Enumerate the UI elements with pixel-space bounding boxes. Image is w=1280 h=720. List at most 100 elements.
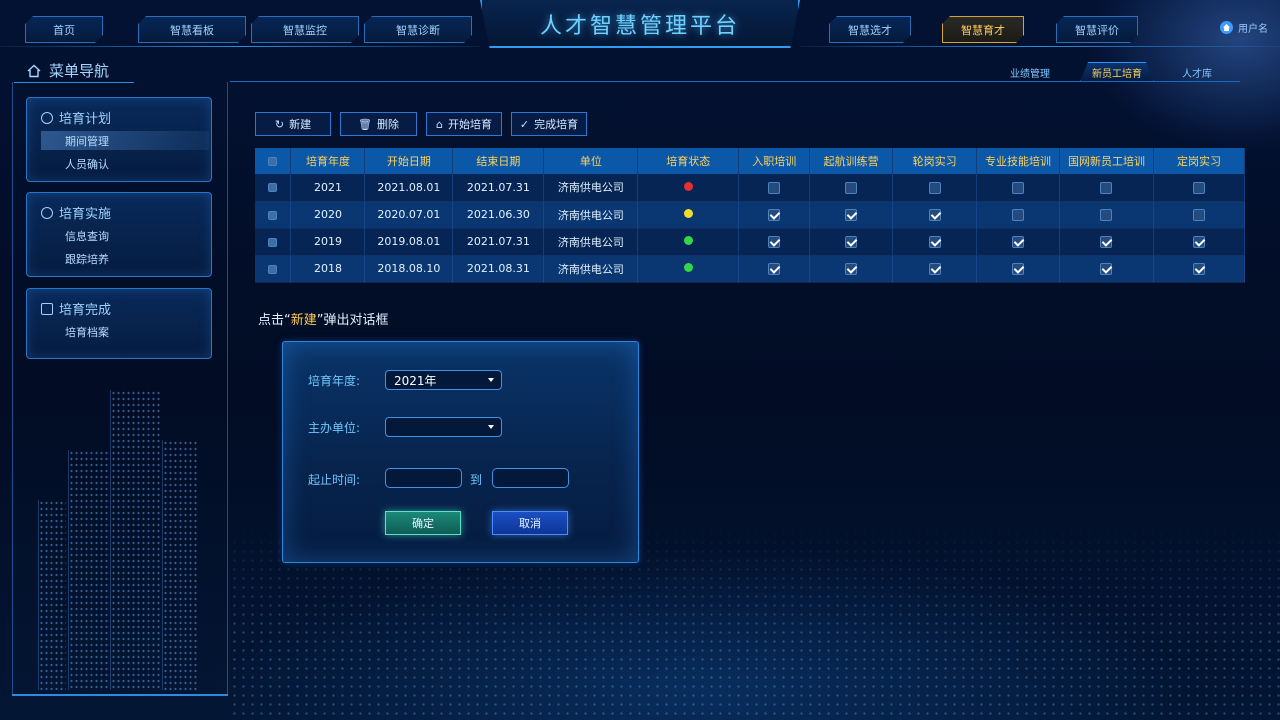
stage-checkbox[interactable] [928, 236, 941, 248]
period-label: 起止时间: [308, 473, 361, 487]
stage-checkbox[interactable] [1012, 181, 1025, 194]
delete-button-label: 删除 [376, 118, 399, 131]
stage-checkbox[interactable] [1100, 263, 1113, 275]
hint-text: 点击“新建”弹出对话框 [258, 309, 389, 328]
status-dot [683, 181, 693, 191]
stage-checkbox[interactable] [768, 209, 781, 221]
cell-year: 2020 [290, 201, 366, 229]
col-start[interactable]: 开始日期 [364, 148, 454, 174]
row-select-cell [255, 201, 292, 229]
stage-checkbox[interactable] [1192, 263, 1205, 275]
nav-evaluation[interactable]: 智慧评价 [1056, 16, 1138, 43]
cell-stage [1153, 228, 1246, 256]
menu-group-implement: 培育实施 信息查询 跟踪培养 [26, 192, 212, 277]
menu-group-plan-label: 培育计划 [59, 112, 112, 127]
cell-stage [1059, 255, 1154, 283]
nav-home[interactable]: 首页 [25, 16, 103, 43]
stage-checkbox[interactable] [845, 209, 858, 221]
row-select-cell [255, 228, 292, 256]
sidebar-title: 菜单导航 [27, 60, 109, 81]
menu-group-plan-header[interactable]: 培育计划 [27, 98, 211, 127]
hint-suffix: ”弹出对话框 [316, 313, 389, 328]
select-all-checkbox[interactable] [268, 157, 278, 166]
nav-dashboard[interactable]: 智慧看板 [138, 16, 246, 43]
tab-talent-pool[interactable]: 人才库 [1168, 62, 1226, 82]
menu-group-implement-header[interactable]: 培育实施 [27, 193, 211, 222]
col-rotation[interactable]: 轮岗实习 [892, 148, 978, 174]
confirm-button[interactable]: 确定 [385, 511, 461, 535]
start-training-button[interactable]: ⌂ 开始培育 [426, 112, 502, 136]
nav-talent-select[interactable]: 智慧选才 [829, 16, 911, 43]
col-camp[interactable]: 起航训练营 [809, 148, 894, 174]
user-menu[interactable]: 用户名 [1220, 20, 1268, 35]
table-row[interactable]: 2018 2018.08.10 2021.08.31 济南供电公司 [255, 255, 1246, 283]
stage-checkbox[interactable] [768, 236, 781, 248]
col-end[interactable]: 结束日期 [452, 148, 545, 174]
menu-group-complete-header[interactable]: 培育完成 [27, 289, 211, 318]
stage-checkbox[interactable] [1192, 181, 1205, 194]
col-year[interactable]: 培育年度 [290, 148, 366, 174]
row-checkbox[interactable] [268, 237, 278, 247]
unit-select[interactable] [385, 417, 502, 437]
stage-checkbox[interactable] [1192, 236, 1205, 248]
stage-checkbox[interactable] [1100, 236, 1113, 248]
row-checkbox[interactable] [268, 183, 278, 193]
col-skill[interactable]: 专业技能培训 [976, 148, 1061, 174]
clock-icon [41, 111, 53, 124]
row-checkbox[interactable] [268, 210, 278, 220]
table-row[interactable]: 2019 2019.08.01 2021.07.31 济南供电公司 [255, 228, 1246, 256]
stage-checkbox[interactable] [1012, 263, 1025, 275]
stage-checkbox[interactable] [768, 181, 781, 194]
year-select[interactable]: 2021年 [385, 370, 502, 390]
col-unit[interactable]: 单位 [543, 148, 639, 174]
col-sgcc[interactable]: 国网新员工培训 [1059, 148, 1154, 174]
menu-item-archive[interactable]: 培育档案 [41, 322, 209, 341]
new-button[interactable]: ↻ 新建 [255, 112, 331, 136]
new-period-dialog: 培育年度: 2021年 主办单位: 起止时间: 到 确定 取消 [282, 341, 639, 563]
table-header-row: 培育年度 开始日期 结束日期 单位 培育状态 入职培训 起航训练营 轮岗实习 专… [255, 148, 1246, 174]
table-row[interactable]: 2021 2021.08.01 2021.07.31 济南供电公司 [255, 174, 1246, 202]
cancel-button[interactable]: 取消 [492, 511, 568, 535]
new-button-label: 新建 [289, 118, 312, 131]
stage-checkbox[interactable] [768, 263, 781, 275]
cell-year: 2018 [290, 255, 366, 283]
cell-year: 2021 [290, 174, 366, 202]
tab-performance[interactable]: 业绩管理 [998, 62, 1062, 82]
menu-item-period[interactable]: 期间管理 [41, 131, 209, 150]
stage-checkbox[interactable] [1100, 209, 1113, 221]
cell-stage [738, 201, 811, 229]
menu-item-track[interactable]: 跟踪培养 [41, 249, 209, 268]
stage-checkbox[interactable] [845, 181, 858, 194]
stage-checkbox[interactable] [1012, 236, 1025, 248]
cell-stage [892, 174, 978, 202]
col-status[interactable]: 培育状态 [637, 148, 740, 174]
stage-checkbox[interactable] [928, 263, 941, 275]
stage-checkbox[interactable] [1012, 209, 1025, 221]
cell-unit: 济南供电公司 [543, 201, 639, 229]
stage-checkbox[interactable] [845, 263, 858, 275]
cell-stage [1153, 174, 1246, 202]
stage-checkbox[interactable] [928, 209, 941, 221]
complete-training-button[interactable]: ✓ 完成培育 [511, 112, 587, 136]
sidebar-title-text: 菜单导航 [49, 62, 110, 80]
start-date-input[interactable] [385, 468, 462, 488]
stage-checkbox[interactable] [1192, 209, 1205, 221]
tab-new-employee[interactable]: 新员工培育 [1080, 62, 1154, 82]
cell-stage [976, 255, 1061, 283]
end-date-input[interactable] [492, 468, 569, 488]
stage-checkbox[interactable] [1100, 181, 1113, 194]
user-name: 用户名 [1238, 24, 1268, 35]
stage-checkbox[interactable] [928, 181, 941, 194]
col-post[interactable]: 定岗实习 [1153, 148, 1246, 174]
col-onboarding[interactable]: 入职培训 [738, 148, 811, 174]
menu-item-confirm[interactable]: 人员确认 [41, 154, 209, 173]
table-row[interactable]: 2020 2020.07.01 2021.06.30 济南供电公司 [255, 201, 1246, 229]
delete-button[interactable]: 🗑 删除 [340, 112, 417, 136]
status-dot [683, 209, 693, 218]
stage-checkbox[interactable] [845, 236, 858, 248]
nav-diagnosis[interactable]: 智慧诊断 [364, 16, 472, 43]
row-checkbox[interactable] [268, 264, 278, 274]
menu-item-query[interactable]: 信息查询 [41, 226, 209, 245]
nav-talent-train[interactable]: 智慧育才 [942, 16, 1024, 43]
nav-monitor[interactable]: 智慧监控 [251, 16, 359, 43]
